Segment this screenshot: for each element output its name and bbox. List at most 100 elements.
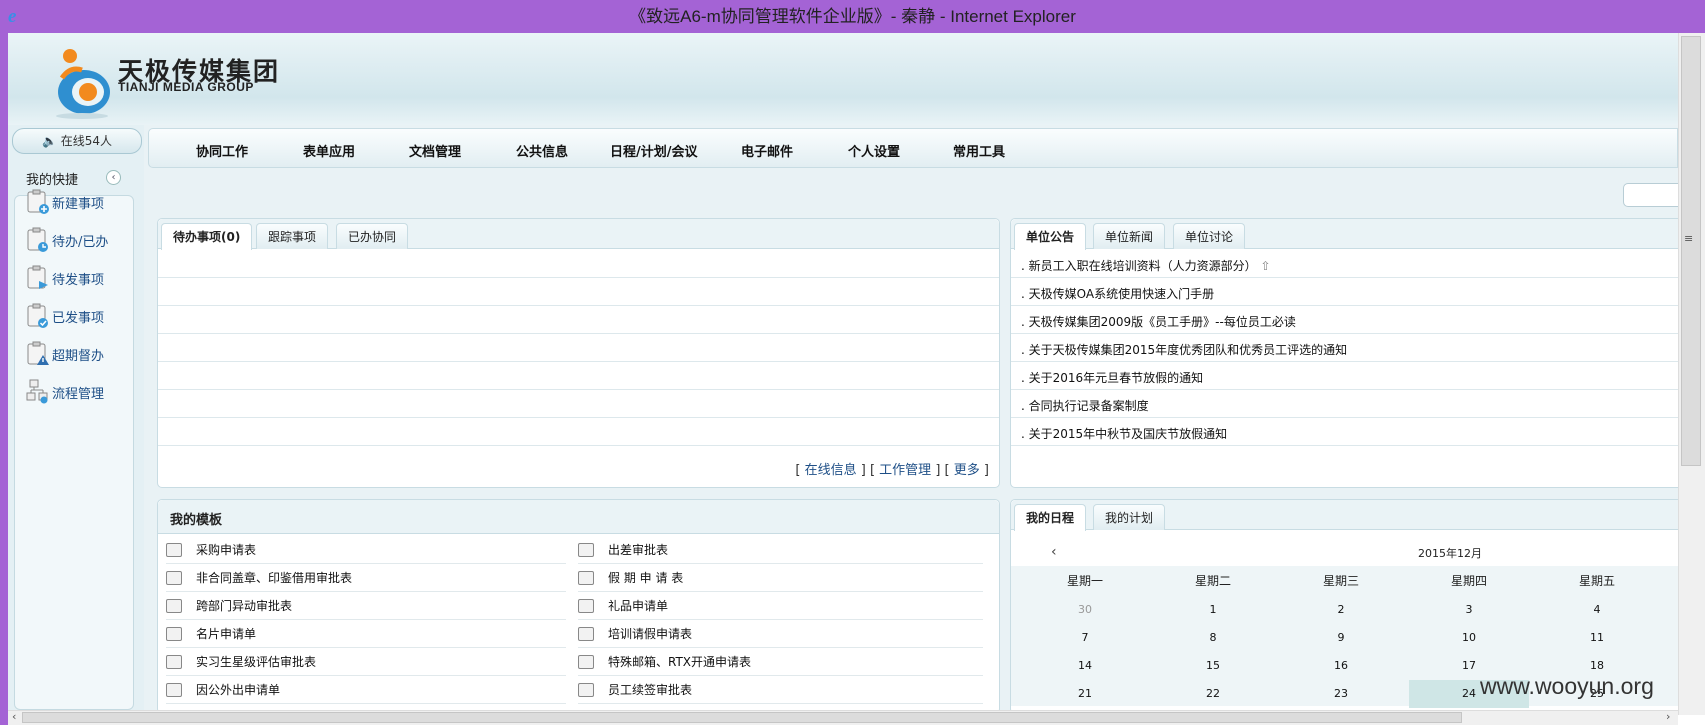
calendar-day[interactable]: 15 <box>1153 652 1273 680</box>
template-item[interactable]: 非合同盖章、印鉴借用审批表 <box>166 564 566 592</box>
calendar-day[interactable]: 2 <box>1281 596 1401 624</box>
form-icon <box>578 682 594 697</box>
scroll-right-icon[interactable]: › <box>1666 710 1670 723</box>
calendar-day[interactable]: 11 <box>1537 624 1657 652</box>
notice-title: 关于2015年中秋节及国庆节放假通知 <box>1028 427 1228 441</box>
calendar-day[interactable]: 9 <box>1281 624 1401 652</box>
template-item[interactable]: 跨部门异动审批表 <box>166 592 566 620</box>
nav-schedule[interactable]: 日程/计划/会议 <box>610 141 698 160</box>
quick-link-label: 待办/已办 <box>52 234 109 250</box>
calendar-day[interactable]: 16 <box>1281 652 1401 680</box>
template-label: 假 期 申 请 表 <box>608 571 684 585</box>
tab-announcements[interactable]: 单位公告 <box>1014 223 1087 250</box>
send-pending-icon <box>27 265 48 289</box>
tab-news[interactable]: 单位新闻 <box>1093 223 1166 249</box>
quick-link-overdue[interactable]: 超期督办 <box>26 339 134 369</box>
notice-item[interactable]: . 天极传媒OA系统使用快速入门手册 <box>1011 278 1699 306</box>
template-item[interactable]: 实习生星级评估审批表 <box>166 648 566 676</box>
quick-link-todo[interactable]: 待办/已办 <box>26 225 134 255</box>
horizontal-scroll-thumb[interactable] <box>22 712 1462 723</box>
form-icon <box>166 682 182 697</box>
calendar-prev-icon[interactable]: ‹ <box>1051 544 1057 560</box>
search-input[interactable] <box>1623 183 1683 207</box>
weekday-label: 星期五 <box>1578 574 1615 588</box>
calendar-day[interactable]: 22 <box>1153 680 1273 708</box>
window-border <box>0 33 8 725</box>
vertical-scroll-thumb[interactable] <box>1681 36 1701 466</box>
quick-link-label: 待发事项 <box>52 272 105 288</box>
clock-icon <box>27 227 48 252</box>
notice-item[interactable]: . 合同执行记录备案制度 <box>1011 390 1699 418</box>
watermark: www.wooyun.org <box>1480 673 1654 699</box>
quick-link-pending-send[interactable]: 待发事项 <box>26 263 134 293</box>
pending-row <box>158 390 999 418</box>
pending-row <box>158 362 999 390</box>
collapse-sidebar-icon[interactable]: ‹ <box>106 170 121 185</box>
calendar-day[interactable]: 3 <box>1409 596 1529 624</box>
template-item[interactable]: 员工续签审批表 <box>578 676 983 704</box>
template-item[interactable]: 因公外出申请单 <box>166 676 566 704</box>
calendar-day[interactable]: 21 <box>1025 680 1145 708</box>
notice-item[interactable]: . 关于2016年元旦春节放假的通知 <box>1011 362 1699 390</box>
pending-row <box>158 278 999 306</box>
ie-icon[interactable]: e <box>8 7 28 27</box>
quick-link-label: 新建事项 <box>52 196 105 212</box>
calendar-day[interactable]: 23 <box>1281 680 1401 708</box>
logo-subtitle: TIANJI MEDIA GROUP <box>118 80 254 94</box>
tab-discussion[interactable]: 单位讨论 <box>1173 223 1246 249</box>
template-item[interactable]: 特殊邮箱、RTX开通申请表 <box>578 648 983 676</box>
work-management-link[interactable]: 工作管理 <box>879 463 931 478</box>
notices-tabbar: 单位公告 单位新闻 单位讨论 <box>1011 219 1699 250</box>
notice-item[interactable]: . 新员工入职在线培训资料（人力资源部分） ⇧ <box>1011 250 1699 278</box>
notice-title: 新员工入职在线培训资料（人力资源部分） <box>1028 259 1257 273</box>
tab-my-plan[interactable]: 我的计划 <box>1093 504 1166 530</box>
quick-link-workflow[interactable]: 流程管理 <box>26 377 134 407</box>
tab-my-schedule[interactable]: 我的日程 <box>1014 504 1087 531</box>
template-item[interactable]: 假 期 申 请 表 <box>578 564 983 592</box>
notice-title: 天极传媒集团2009版《员工手册》--每位员工必读 <box>1028 315 1296 329</box>
template-label: 采购申请表 <box>196 543 257 557</box>
template-label: 因公外出申请单 <box>196 683 281 697</box>
nav-documents[interactable]: 文档管理 <box>409 141 461 160</box>
quick-link-new-item[interactable]: 新建事项 <box>26 187 134 217</box>
online-info-link[interactable]: 在线信息 <box>805 463 857 478</box>
calendar-day[interactable]: 8 <box>1153 624 1273 652</box>
tab-done[interactable]: 已办协同 <box>336 223 409 249</box>
nav-tools[interactable]: 常用工具 <box>953 141 1005 160</box>
template-item[interactable]: 名片申请单 <box>166 620 566 648</box>
template-label: 特殊邮箱、RTX开通申请表 <box>608 655 752 669</box>
quick-link-label: 流程管理 <box>52 386 105 402</box>
online-users-button[interactable]: 🔈 在线54人 <box>12 128 142 154</box>
notice-item[interactable]: . 天极传媒集团2009版《员工手册》--每位员工必读 <box>1011 306 1699 334</box>
calendar-day[interactable]: 14 <box>1025 652 1145 680</box>
calendar-day[interactable]: 1 <box>1153 596 1273 624</box>
quick-link-sent[interactable]: 已发事项 <box>26 301 134 331</box>
nav-forms[interactable]: 表单应用 <box>303 141 355 160</box>
template-label: 跨部门异动审批表 <box>196 599 293 613</box>
template-label: 员工续签审批表 <box>608 683 693 697</box>
calendar-day[interactable]: 30 <box>1025 596 1145 624</box>
tab-tracking[interactable]: 跟踪事项 <box>256 223 329 249</box>
nav-collaboration[interactable]: 协同工作 <box>196 141 248 160</box>
tab-pending[interactable]: 待办事项(0) <box>161 223 253 250</box>
notice-item[interactable]: . 关于天极传媒集团2015年度优秀团队和优秀员工评选的通知 <box>1011 334 1699 362</box>
template-item[interactable]: 培训请假申请表 <box>578 620 983 648</box>
scroll-left-icon[interactable]: ‹ <box>12 710 16 723</box>
nav-email[interactable]: 电子邮件 <box>741 141 793 160</box>
calendar-day[interactable]: 7 <box>1025 624 1145 652</box>
form-icon <box>166 654 182 669</box>
calendar-day[interactable]: 4 <box>1537 596 1657 624</box>
notice-item[interactable]: . 关于2015年中秋节及国庆节放假通知 <box>1011 418 1699 446</box>
pin-top-icon: ⇧ <box>1260 259 1271 273</box>
notices-panel: 单位公告 单位新闻 单位讨论 . 新员工入职在线培训资料（人力资源部分） ⇧ .… <box>1010 218 1700 488</box>
nav-public-info[interactable]: 公共信息 <box>516 141 568 160</box>
template-item[interactable]: 出差审批表 <box>578 536 983 564</box>
online-count: 在线54人 <box>60 134 113 148</box>
template-item[interactable]: 礼品申请单 <box>578 592 983 620</box>
more-link[interactable]: 更多 <box>954 463 980 478</box>
template-item[interactable]: 采购申请表 <box>166 536 566 564</box>
nav-settings[interactable]: 个人设置 <box>848 141 900 160</box>
calendar-tabbar: 我的日程 我的计划 <box>1011 500 1699 531</box>
template-label: 名片申请单 <box>196 627 257 641</box>
calendar-day[interactable]: 10 <box>1409 624 1529 652</box>
